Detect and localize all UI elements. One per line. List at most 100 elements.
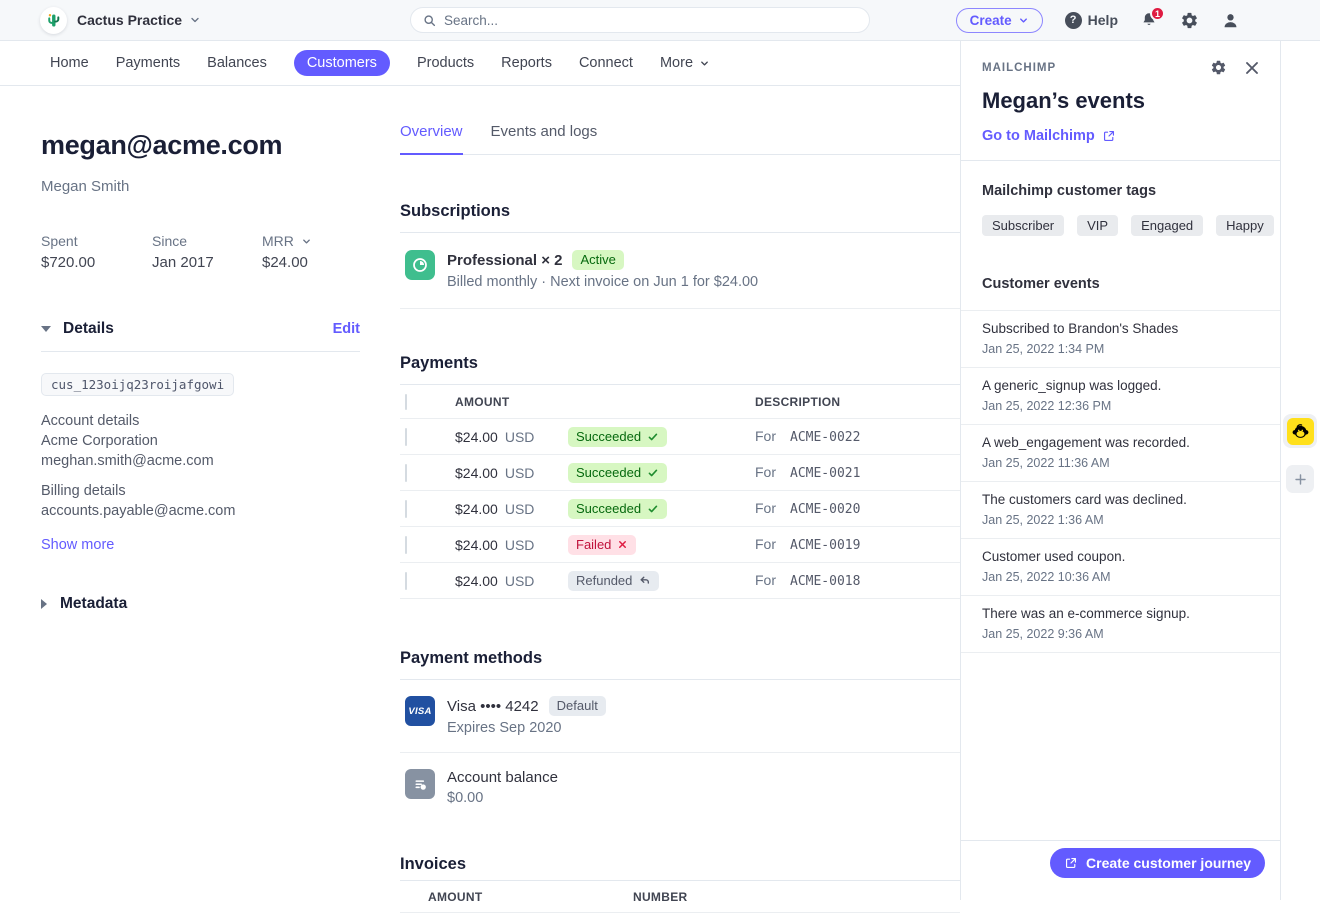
help-button[interactable]: ? Help (1065, 12, 1118, 29)
nav-item-customers[interactable]: Customers (294, 50, 390, 76)
external-link-icon (1064, 856, 1078, 870)
divider (41, 351, 360, 352)
chevron-down-icon (1018, 15, 1029, 26)
column-header-number: NUMBER (633, 890, 960, 904)
subscription-clock-icon (405, 250, 435, 280)
x-icon (617, 539, 628, 550)
payment-method-row[interactable]: Account balance $0.00 (400, 753, 960, 822)
mailchimp-app-tile[interactable] (1283, 414, 1317, 448)
nav-item-more[interactable]: More (660, 55, 710, 71)
event-time: Jan 25, 2022 1:36 AM (982, 513, 1259, 527)
search-input[interactable]: Search... (410, 7, 870, 33)
settings-gear-icon[interactable] (1180, 11, 1199, 30)
collapse-triangle-icon[interactable] (41, 326, 51, 332)
apps-rail (1280, 41, 1319, 900)
description-code: ACME-0019 (790, 538, 860, 553)
close-icon[interactable] (1244, 60, 1260, 76)
add-app-button[interactable] (1286, 465, 1314, 493)
details-title: Details (63, 320, 114, 338)
status-label: Failed (576, 537, 611, 553)
visa-card-icon: VISA (405, 696, 435, 726)
go-to-mailchimp-link[interactable]: Go to Mailchimp (982, 128, 1260, 144)
help-label: Help (1088, 12, 1118, 28)
user-avatar-icon[interactable] (1221, 11, 1240, 30)
payment-row[interactable]: $24.00USD Refunded ForACME-0018 (400, 563, 960, 599)
event-row: A generic_signup was logged. Jan 25, 202… (961, 367, 1280, 424)
row-checkbox[interactable] (405, 536, 407, 554)
customer-name: Megan Smith (41, 178, 360, 195)
link-label: Go to Mailchimp (982, 128, 1095, 144)
chevron-down-icon[interactable] (301, 236, 312, 247)
payment-status-badge: Succeeded (568, 463, 667, 483)
nav-item-payments[interactable]: Payments (116, 55, 180, 71)
nav-item-balances[interactable]: Balances (207, 55, 267, 71)
row-checkbox[interactable] (405, 500, 407, 518)
payment-amount: $24.00 (455, 501, 498, 517)
account-email: meghan.smith@acme.com (41, 451, 360, 471)
event-time: Jan 25, 2022 10:36 AM (982, 570, 1259, 584)
row-checkbox[interactable] (405, 572, 407, 590)
stat-label: Spent (41, 233, 152, 249)
customer-tag: Happy (1216, 215, 1274, 236)
stat-value: $720.00 (41, 254, 152, 271)
nav-item-reports[interactable]: Reports (501, 55, 552, 71)
stat-mrr: MRR $24.00 (262, 233, 312, 271)
event-row: Customer used coupon. Jan 25, 2022 10:36… (961, 538, 1280, 595)
account-details-block: Account details Acme Corporation meghan.… (41, 411, 360, 471)
subscription-summary: Billed monthly · Next invoice on Jun 1 f… (447, 274, 758, 290)
show-more-link[interactable]: Show more (41, 537, 360, 553)
edit-details-link[interactable]: Edit (333, 321, 360, 337)
tab-events-and-logs[interactable]: Events and logs (491, 123, 598, 154)
nav-item-connect[interactable]: Connect (579, 55, 633, 71)
payment-row[interactable]: $24.00USD Succeeded ForACME-0020 (400, 491, 960, 527)
stat-value: $24.00 (262, 254, 312, 271)
subscription-name: Professional × 2 (447, 252, 562, 269)
payment-row[interactable]: $24.00USD Succeeded ForACME-0022 (400, 419, 960, 455)
subscriptions-heading: Subscriptions (400, 201, 960, 221)
nav-item-products[interactable]: Products (417, 55, 474, 71)
description-code: ACME-0022 (790, 430, 860, 445)
nav-more-label: More (660, 55, 693, 71)
row-checkbox[interactable] (405, 428, 407, 446)
panel-header: MAILCHIMP Megan’s events Go to Mailchimp (961, 41, 1280, 160)
description-code: ACME-0018 (790, 574, 860, 589)
org-name: Cactus Practice (77, 12, 182, 28)
topbar-actions: Create ? Help 1 (870, 8, 1320, 33)
panel-settings-gear-icon[interactable] (1210, 59, 1227, 76)
org-logo (40, 7, 67, 34)
org-switcher[interactable]: Cactus Practice (0, 7, 410, 34)
stat-label: Since (152, 233, 262, 249)
row-checkbox[interactable] (405, 464, 407, 482)
payment-currency: USD (505, 501, 535, 517)
subscription-status-badge: Active (572, 250, 623, 270)
billing-details-label: Billing details (41, 481, 360, 501)
nav-item-home[interactable]: Home (50, 55, 89, 71)
tab-overview[interactable]: Overview (400, 123, 463, 155)
event-text: A web_engagement was recorded. (982, 434, 1259, 451)
expand-triangle-icon[interactable] (41, 599, 47, 609)
payment-currency: USD (505, 537, 535, 553)
notifications-button[interactable]: 1 (1140, 11, 1158, 29)
subscription-row[interactable]: Professional × 2 Active Billed monthly ·… (400, 233, 960, 309)
stat-value: Jan 2017 (152, 254, 262, 271)
event-time: Jan 25, 2022 12:36 PM (982, 399, 1259, 413)
topbar: Cactus Practice Search... Create ? Help (0, 0, 1320, 41)
balance-amount: $0.00 (447, 790, 558, 806)
payment-amount: $24.00 (455, 537, 498, 553)
payment-method-row[interactable]: VISA Visa •••• 4242 Default Expires Sep … (400, 680, 960, 753)
stat-label: MRR (262, 233, 294, 249)
metadata-title: Metadata (60, 595, 127, 613)
customer-stats: Spent $720.00 Since Jan 2017 MRR (41, 233, 360, 271)
create-button[interactable]: Create (956, 8, 1043, 33)
event-text: A generic_signup was logged. (982, 377, 1259, 394)
event-time: Jan 25, 2022 11:36 AM (982, 456, 1259, 470)
create-customer-journey-button[interactable]: Create customer journey (1050, 848, 1265, 878)
app-name-label: MAILCHIMP (982, 62, 1056, 74)
payment-row[interactable]: $24.00USD Succeeded ForACME-0021 (400, 455, 960, 491)
payment-row[interactable]: $24.00USD Failed ForACME-0019 (400, 527, 960, 563)
select-all-checkbox[interactable] (405, 394, 407, 410)
payment-status-badge: Succeeded (568, 427, 667, 447)
payment-currency: USD (505, 573, 535, 589)
status-label: Succeeded (576, 501, 641, 517)
customer-id-chip[interactable]: cus_123oijq23roijafgowi (41, 373, 234, 396)
